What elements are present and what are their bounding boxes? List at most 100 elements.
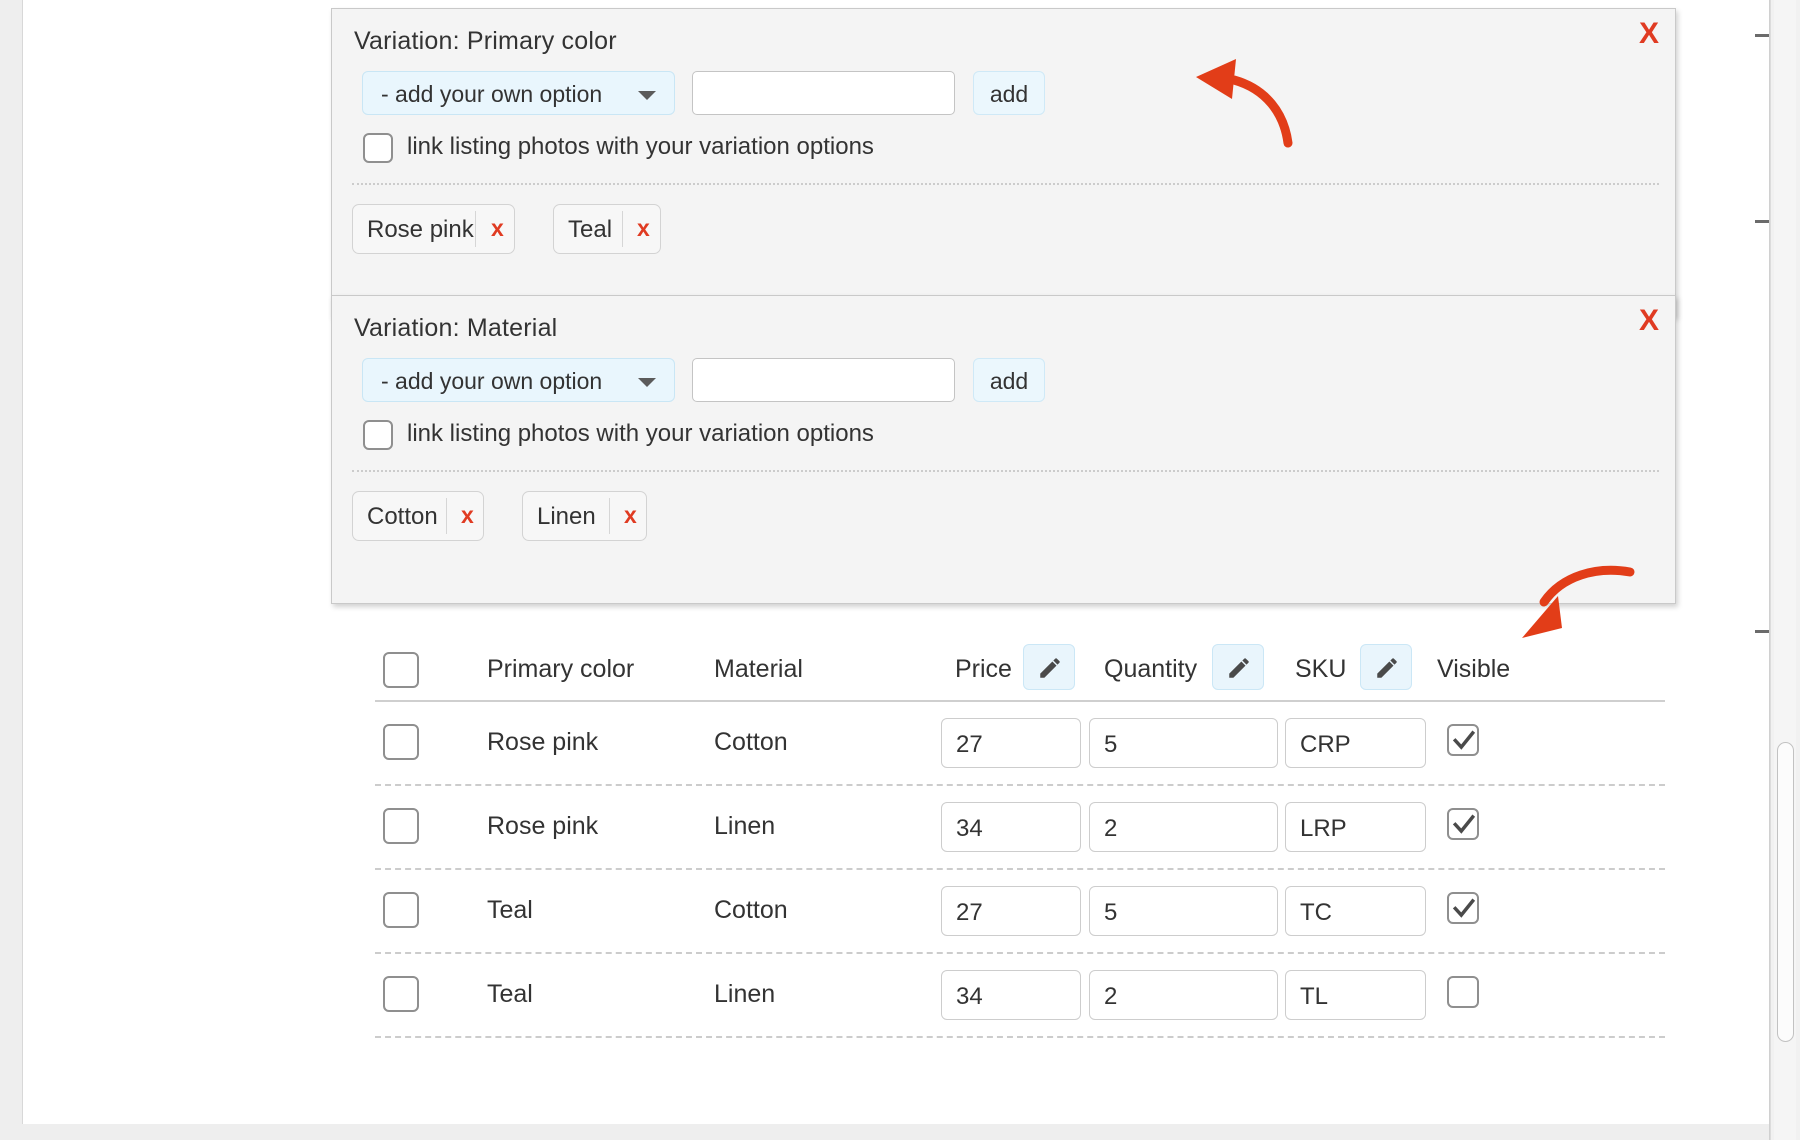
price-input[interactable]: 34	[941, 802, 1081, 852]
quantity-input-value: 2	[1104, 983, 1118, 1010]
new-option-input[interactable]	[692, 71, 955, 115]
variation-panel-title: Variation: Material	[354, 314, 558, 342]
remove-option-button[interactable]: x	[461, 502, 474, 529]
page-content-area: Variation: Primary color X - add your ow…	[22, 0, 1770, 1124]
sku-input[interactable]: LRP	[1285, 802, 1426, 852]
add-option-button-label: add	[989, 81, 1029, 107]
quantity-input-value: 5	[1104, 899, 1118, 926]
price-input[interactable]: 27	[941, 886, 1081, 936]
add-option-button[interactable]: add	[973, 358, 1045, 402]
row-select-checkbox[interactable]	[383, 892, 419, 928]
row-select-checkbox[interactable]	[383, 724, 419, 760]
cell-primary-color: Teal	[487, 980, 533, 1008]
scroll-marker	[1755, 34, 1769, 37]
cell-material: Linen	[714, 980, 776, 1008]
column-header-price: Price	[955, 655, 1012, 683]
table-row: Teal Cotton 27 5 TC	[375, 870, 1665, 954]
quantity-input-value: 2	[1104, 815, 1118, 842]
price-input-value: 27	[956, 899, 983, 926]
scrollbar-thumb[interactable]	[1777, 742, 1794, 1042]
option-tag-label: Cotton	[367, 503, 438, 530]
quantity-input[interactable]: 5	[1089, 886, 1278, 936]
add-option-button[interactable]: add	[973, 71, 1045, 115]
option-tag-rose-pink: Rose pink x	[352, 204, 515, 254]
panel-divider	[352, 183, 1659, 185]
row-divider	[375, 1036, 1665, 1038]
cell-material: Cotton	[714, 896, 788, 924]
checkmark-icon	[1452, 898, 1476, 918]
cell-primary-color: Rose pink	[487, 728, 599, 756]
pencil-icon	[1229, 658, 1249, 678]
quantity-input-value: 5	[1104, 731, 1118, 758]
sku-input-value: LRP	[1300, 815, 1347, 842]
column-header-primary-color: Primary color	[487, 655, 635, 683]
pencil-icon	[1040, 658, 1060, 678]
row-select-checkbox[interactable]	[383, 976, 419, 1012]
close-variation-button[interactable]: X	[1639, 306, 1659, 336]
remove-option-button[interactable]: x	[491, 215, 504, 242]
variation-panel-primary-color: Variation: Primary color X - add your ow…	[331, 8, 1676, 317]
variations-table: Primary color Material Price Quantity SK…	[375, 640, 1665, 1038]
scroll-marker	[1755, 630, 1769, 633]
column-header-quantity: Quantity	[1104, 655, 1198, 683]
visible-checkbox[interactable]	[1447, 892, 1479, 924]
remove-option-button[interactable]: x	[637, 215, 650, 242]
new-option-input[interactable]	[692, 358, 955, 402]
sku-input[interactable]: TC	[1285, 886, 1426, 936]
chevron-down-icon	[638, 378, 656, 387]
quantity-input[interactable]: 2	[1089, 970, 1278, 1020]
add-option-button-label: add	[989, 368, 1029, 394]
sku-input[interactable]: TL	[1285, 970, 1426, 1020]
option-tag-teal: Teal x	[553, 204, 661, 254]
row-select-checkbox[interactable]	[383, 808, 419, 844]
remove-option-button[interactable]: x	[624, 502, 637, 529]
edit-quantity-button[interactable]	[1212, 644, 1264, 690]
option-tag-label: Rose pink	[367, 216, 474, 243]
sku-input-value: TL	[1300, 983, 1329, 1010]
table-row: Rose pink Cotton 27 5 CRP	[375, 702, 1665, 786]
edit-sku-button[interactable]	[1360, 644, 1412, 690]
edit-price-button[interactable]	[1023, 644, 1075, 690]
visible-checkbox[interactable]	[1447, 724, 1479, 756]
option-select[interactable]: - add your own option	[362, 358, 675, 402]
tag-divider	[609, 498, 610, 534]
option-tag-cotton: Cotton x	[352, 491, 484, 541]
price-input-value: 27	[956, 731, 983, 758]
checkmark-icon	[1452, 730, 1476, 750]
visible-checkbox[interactable]	[1447, 808, 1479, 840]
variation-panel-material: Variation: Material X - add your own opt…	[331, 295, 1676, 604]
quantity-input[interactable]: 5	[1089, 718, 1278, 768]
cell-material: Linen	[714, 812, 776, 840]
pencil-icon	[1377, 658, 1397, 678]
link-photos-label: link listing photos with your variation …	[407, 420, 874, 447]
option-select-value: - add your own option	[381, 368, 603, 394]
cell-primary-color: Teal	[487, 896, 533, 924]
table-row: Rose pink Linen 34 2 LRP	[375, 786, 1665, 870]
cell-material: Cotton	[714, 728, 788, 756]
panel-divider	[352, 470, 1659, 472]
link-photos-checkbox[interactable]	[363, 420, 393, 450]
variation-panel-title: Variation: Primary color	[354, 27, 617, 55]
option-select[interactable]: - add your own option	[362, 71, 675, 115]
table-header-row: Primary color Material Price Quantity SK…	[375, 640, 1665, 702]
scroll-marker	[1755, 220, 1769, 223]
price-input[interactable]: 27	[941, 718, 1081, 768]
table-row: Teal Linen 34 2 TL	[375, 954, 1665, 1038]
sku-input-value: TC	[1300, 899, 1332, 926]
link-photos-checkbox[interactable]	[363, 133, 393, 163]
close-variation-button[interactable]: X	[1639, 19, 1659, 49]
option-select-value: - add your own option	[381, 81, 603, 107]
checkmark-icon	[1452, 814, 1476, 834]
select-all-checkbox[interactable]	[383, 652, 419, 688]
tag-divider	[446, 498, 447, 534]
column-header-material: Material	[714, 655, 803, 683]
sku-input-value: CRP	[1300, 731, 1351, 758]
sku-input[interactable]: CRP	[1285, 718, 1426, 768]
column-header-visible: Visible	[1437, 655, 1511, 683]
scroll-gutter-divider	[1769, 0, 1770, 1140]
visible-checkbox[interactable]	[1447, 976, 1479, 1008]
option-tag-label: Linen	[537, 503, 596, 530]
price-input-value: 34	[956, 815, 983, 842]
price-input[interactable]: 34	[941, 970, 1081, 1020]
quantity-input[interactable]: 2	[1089, 802, 1278, 852]
